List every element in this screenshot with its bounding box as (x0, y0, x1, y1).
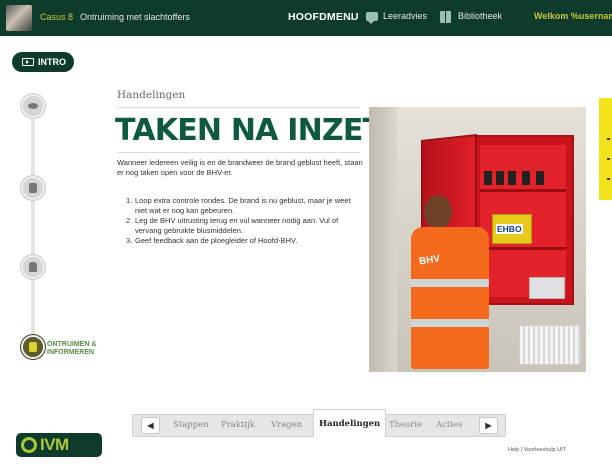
photo-box (529, 277, 565, 299)
book-icon (440, 11, 451, 23)
library-label: Bibliotheek (458, 11, 503, 21)
tab-vragen[interactable]: Vragen (271, 420, 302, 430)
logo-text: IVM (40, 435, 69, 454)
cabinet-shelf (480, 247, 566, 250)
tab-handelingen[interactable]: Handelingen (313, 409, 387, 437)
list-text: Leg de BHV uitrusting terug en vul wanne… (135, 216, 339, 235)
list-item: 1. Loop extra controle rondes. De brand i… (126, 196, 362, 216)
tab-praktijk[interactable]: Praktijk (221, 420, 255, 430)
first-aid-kit: EHBO (492, 214, 532, 244)
list-text: Geef feedback aan de ploegleider of Hoof… (135, 236, 298, 245)
top-bar: Casus 8 Ontruiming met slachtoffers HOOF… (0, 0, 612, 36)
tab-stappen[interactable]: Stappen (173, 420, 209, 430)
section-label: Handelingen (117, 89, 186, 101)
speech-bubble-icon (366, 12, 378, 24)
tab-acties[interactable]: Acties (436, 420, 462, 430)
side-tab-mark (607, 158, 610, 160)
photo-doorframe (369, 107, 397, 372)
radio-shape (496, 171, 504, 185)
list-text: Loop extra controle rondes. De brand is … (135, 196, 351, 215)
hand-icon (29, 262, 37, 272)
ivm-logo: IVM (16, 433, 102, 457)
side-tab-mark (607, 138, 610, 140)
photo-safety-vest: BHV (411, 227, 489, 369)
radio-shape (522, 171, 530, 185)
step-inform-active[interactable] (21, 335, 45, 359)
intro-paragraph: Wanneer iedereen veilig is en de brandwe… (117, 158, 363, 177)
case-thumbnail (6, 5, 32, 31)
footer-links[interactable]: Help | Voorleeshulp UIT (508, 447, 566, 453)
vest-label: BHV (418, 253, 441, 268)
active-step-label-line2: INFORMEREN (47, 349, 95, 356)
step-track (31, 108, 35, 346)
phone-icon (29, 183, 37, 193)
side-panel-tab[interactable] (599, 98, 612, 200)
welcome-text: Welkom %username (534, 11, 612, 21)
divider (117, 152, 360, 153)
photo-radiator (519, 325, 581, 365)
eye-icon (28, 103, 38, 109)
radio-shape (536, 171, 544, 185)
active-step-label[interactable]: ONTRUIMEN & INFORMEREN (47, 341, 96, 357)
tab-theorie[interactable]: Theorie (389, 420, 422, 430)
step-hand[interactable] (21, 255, 45, 279)
intro-label: INTRO (38, 57, 66, 67)
next-tab-button[interactable]: ▶ (479, 417, 498, 434)
side-tab-mark (607, 178, 610, 180)
case-number: Casus 8 (40, 12, 74, 22)
task-list: 1. Loop extra controle rondes. De brand i… (126, 196, 362, 246)
learning-advice-label: Leeradvies (383, 11, 428, 21)
case-title: Ontruiming met slachtoffers (80, 12, 190, 22)
photo-person-head (424, 195, 452, 229)
hand-icon (29, 342, 37, 352)
illustration-photo: EHBO BHV (369, 107, 586, 372)
video-play-icon (22, 58, 34, 66)
active-step-label-line1: ONTRUIMEN & (47, 341, 97, 348)
previous-tab-button[interactable]: ◀ (141, 417, 160, 434)
tab-navigation: ◀ Stappen Praktijk Vragen Handelingen Th… (132, 409, 506, 437)
list-number: 1. (126, 196, 133, 205)
list-item: 2. Leg de BHV uitrusting terug en vul wan… (126, 216, 362, 236)
vest-stripe (411, 319, 489, 327)
page-title: TAKEN NA INZET (115, 113, 383, 148)
logo-ring-icon (21, 437, 37, 453)
list-item: 3. Geef feedback aan de ploegleider of Ho… (126, 236, 362, 246)
intro-button[interactable]: INTRO (12, 52, 74, 72)
first-aid-label: EHBO (496, 224, 523, 234)
vest-stripe (411, 279, 489, 287)
list-number: 3. (126, 236, 133, 245)
list-number: 2. (126, 216, 133, 225)
step-eye[interactable] (21, 94, 45, 118)
divider (117, 107, 360, 108)
radio-shape (508, 171, 516, 185)
cabinet-shelf (480, 189, 566, 192)
chevron-down-icon[interactable]: ⌄ (348, 12, 356, 23)
step-phone[interactable] (21, 176, 45, 200)
radio-shape (484, 171, 492, 185)
